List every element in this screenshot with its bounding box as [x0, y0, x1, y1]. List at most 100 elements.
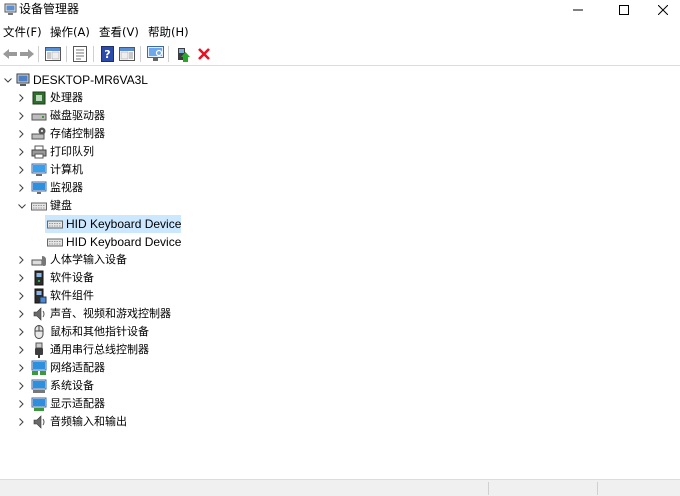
tree-item-label: HID Keyboard Device: [66, 235, 182, 249]
network-adapter-icon: [31, 360, 47, 375]
expand-software-devices-toggle[interactable]: [14, 270, 28, 286]
processor-icon: [32, 91, 46, 105]
title-bar: 设备管理器: [0, 0, 680, 20]
tree-item-sound-video-game[interactable]: 声音、视频和游戏控制器: [0, 305, 680, 323]
help-icon: ?: [100, 46, 114, 62]
expand-system-devices-toggle[interactable]: [14, 378, 28, 394]
tree-item-label: 软件组件: [50, 289, 94, 302]
expand-processor-toggle[interactable]: [14, 90, 28, 106]
printer-icon: [31, 145, 47, 159]
tree-item-label: 打印队列: [50, 145, 94, 158]
tree-item-audio-io[interactable]: 音频输入和输出: [0, 413, 680, 431]
expand-storage-controllers-toggle[interactable]: [14, 126, 28, 142]
chevron-right-icon: [18, 94, 24, 102]
menu-file[interactable]: 文件(F): [3, 25, 42, 40]
tree-item-storage-controllers[interactable]: 存储控制器: [0, 125, 680, 143]
menu-action[interactable]: 操作(A): [50, 25, 90, 40]
tree-item-label: 音频输入和输出: [50, 415, 127, 428]
tree-item-usb-controllers[interactable]: 通用串行总线控制器: [0, 341, 680, 359]
tree-item-hid-keyboard-device-1[interactable]: HID Keyboard Device: [0, 215, 680, 233]
expand-monitors-toggle[interactable]: [14, 180, 28, 196]
chevron-down-icon: [18, 203, 26, 209]
chevron-down-icon: [4, 77, 12, 83]
tree-item-label: 显示适配器: [50, 397, 105, 410]
maximize-button[interactable]: [601, 0, 647, 20]
tree-item-processor[interactable]: 处理器: [0, 89, 680, 107]
action-pane-icon: [119, 47, 135, 61]
expand-display-adapters-toggle[interactable]: [14, 396, 28, 412]
device-tree: DESKTOP-MR6VA3L 处理器 磁盘驱动器 存储控制器 打印队列 计算机…: [0, 67, 680, 479]
tree-item-label: 软件设备: [50, 271, 94, 284]
display-adapter-icon: [31, 397, 47, 411]
expand-network-adapters-toggle[interactable]: [14, 360, 28, 376]
collapse-keyboards-toggle[interactable]: [15, 198, 29, 214]
properties-icon: [73, 46, 87, 62]
chevron-right-icon: [18, 148, 24, 156]
software-component-icon: [34, 288, 47, 304]
system-device-icon: [31, 379, 47, 393]
tree-item-display-adapters[interactable]: 显示适配器: [0, 395, 680, 413]
expand-hid-toggle[interactable]: [14, 252, 28, 268]
tree-item-print-queues[interactable]: 打印队列: [0, 143, 680, 161]
tree-item-monitors[interactable]: 监视器: [0, 179, 680, 197]
forward-button[interactable]: [17, 44, 37, 64]
menu-help[interactable]: 帮助(H): [148, 25, 189, 40]
expand-computer-toggle[interactable]: [14, 162, 28, 178]
tree-item-human-interface-devices[interactable]: 人体学输入设备: [0, 251, 680, 269]
software-device-icon: [34, 270, 44, 286]
tree-item-label: 磁盘驱动器: [50, 109, 105, 122]
collapse-root-toggle[interactable]: [1, 72, 15, 88]
expand-usb-controllers-toggle[interactable]: [14, 342, 28, 358]
tree-item-network-adapters[interactable]: 网络适配器: [0, 359, 680, 377]
expand-sound-video-game-toggle[interactable]: [14, 306, 28, 322]
chevron-right-icon: [18, 382, 24, 390]
uninstall-device-button[interactable]: [194, 44, 214, 64]
expand-mice-toggle[interactable]: [14, 324, 28, 340]
tree-item-hid-keyboard-device-2[interactable]: HID Keyboard Device: [0, 233, 680, 251]
show-hide-console-tree-icon: [45, 47, 61, 61]
tree-item-disk-drives[interactable]: 磁盘驱动器: [0, 107, 680, 125]
expand-audio-io-toggle[interactable]: [14, 414, 28, 430]
minimize-button[interactable]: [555, 0, 601, 20]
tree-item-software-components[interactable]: 软件组件: [0, 287, 680, 305]
action-pane-button[interactable]: [117, 44, 137, 64]
tree-item-label: 存储控制器: [50, 127, 105, 140]
audio-io-icon: [33, 415, 45, 429]
tree-item-keyboards[interactable]: 键盘: [0, 197, 680, 215]
monitor-icon: [31, 181, 47, 194]
help-button[interactable]: ?: [97, 44, 117, 64]
properties-button[interactable]: [70, 44, 90, 64]
tree-item-label: 监视器: [50, 181, 83, 194]
chevron-right-icon: [18, 364, 24, 372]
chevron-right-icon: [18, 346, 24, 354]
tree-item-computer[interactable]: 计算机: [0, 161, 680, 179]
expand-software-components-toggle[interactable]: [14, 288, 28, 304]
tree-root[interactable]: DESKTOP-MR6VA3L: [0, 71, 680, 89]
toolbar: ?: [0, 42, 680, 66]
device-manager-icon: [4, 3, 17, 15]
tree-item-label: 通用串行总线控制器: [50, 343, 149, 356]
chevron-right-icon: [18, 130, 24, 138]
menu-view[interactable]: 查看(V): [99, 25, 139, 40]
disk-drive-icon: [31, 113, 47, 121]
computer-icon: [31, 163, 47, 176]
tree-item-label: 鼠标和其他指针设备: [50, 325, 149, 338]
tree-item-label: 网络适配器: [50, 361, 105, 374]
update-driver-button[interactable]: [173, 44, 193, 64]
chevron-right-icon: [18, 310, 24, 318]
expand-disk-drives-toggle[interactable]: [14, 108, 28, 124]
tree-item-label: 人体学输入设备: [50, 253, 127, 266]
expand-print-queues-toggle[interactable]: [14, 144, 28, 160]
tree-item-label: HID Keyboard Device: [66, 217, 182, 231]
tree-item-software-devices[interactable]: 软件设备: [0, 269, 680, 287]
tree-item-mice[interactable]: 鼠标和其他指针设备: [0, 323, 680, 341]
usb-icon: [35, 342, 43, 358]
back-arrow-icon: [3, 49, 17, 59]
chevron-right-icon: [18, 184, 24, 192]
forward-arrow-icon: [20, 49, 34, 59]
close-button[interactable]: [646, 0, 680, 20]
tree-item-system-devices[interactable]: 系统设备: [0, 377, 680, 395]
scan-hardware-button[interactable]: [145, 44, 165, 64]
show-hide-console-tree-button[interactable]: [43, 44, 63, 64]
tree-item-label: 系统设备: [50, 379, 94, 392]
